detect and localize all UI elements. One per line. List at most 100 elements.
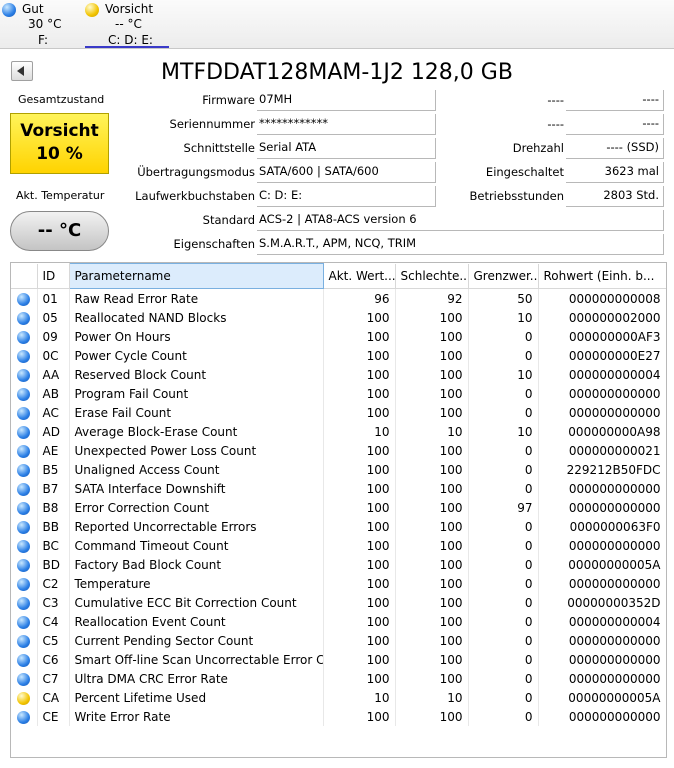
threshold-value: 0 xyxy=(468,631,539,650)
temperature-badge[interactable]: -- °C xyxy=(10,211,109,251)
table-row[interactable]: C6 Smart Off-line Scan Uncorrectable Erro… xyxy=(11,650,666,669)
interface-label: Schnittstelle xyxy=(183,141,255,155)
column-header-raw[interactable]: Rohwert (Einh. b... xyxy=(538,263,666,289)
drive-status: Vorsicht xyxy=(105,2,154,16)
threshold-value: 0 xyxy=(468,593,539,612)
drive-letters: C: D: E: xyxy=(108,33,153,47)
drive-tab-cde[interactable]: Vorsicht -- °C C: D: E: xyxy=(85,0,170,48)
current-value: 100 xyxy=(323,327,396,346)
good-status-icon xyxy=(17,406,31,420)
threshold-value: 0 xyxy=(468,555,539,574)
standard-label: Standard xyxy=(202,213,255,227)
raw-value: 000000000000 xyxy=(538,669,666,688)
column-header-id[interactable]: ID xyxy=(37,263,70,289)
attribute-id: AB xyxy=(37,384,70,403)
status-cell xyxy=(11,555,38,574)
table-row[interactable]: BC Command Timeout Count 100 100 0 0000000000… xyxy=(11,536,666,555)
table-row[interactable]: CE Write Error Rate 100 100 0 000000000000 xyxy=(11,707,666,726)
good-status-icon xyxy=(17,292,31,306)
table-row[interactable]: AC Erase Fail Count 100 100 0 000000000000 xyxy=(11,403,666,422)
transfer-mode-label: Übertragungsmodus xyxy=(137,165,255,179)
threshold-value: 0 xyxy=(468,574,539,593)
attribute-id: B5 xyxy=(37,460,70,479)
table-row[interactable]: BB Reported Uncorrectable Errors 100 100 0 00… xyxy=(11,517,666,536)
attribute-name: Average Block-Erase Count xyxy=(69,422,324,441)
worst-value: 100 xyxy=(395,631,469,650)
worst-value: 100 xyxy=(395,384,469,403)
attribute-id: 0C xyxy=(37,346,70,365)
table-row[interactable]: C3 Cumulative ECC Bit Correction Count 100… xyxy=(11,593,666,612)
attribute-id: C5 xyxy=(37,631,70,650)
current-value: 100 xyxy=(323,346,396,365)
threshold-value: 0 xyxy=(468,669,539,688)
good-status-icon xyxy=(17,444,31,458)
status-cell xyxy=(11,631,38,650)
column-header-name[interactable]: Parametername xyxy=(68,263,324,289)
health-status-badge[interactable]: Vorsicht 10 % xyxy=(10,113,109,174)
status-cell xyxy=(11,460,38,479)
status-cell xyxy=(11,308,38,327)
power-on-count-label: Eingeschaltet xyxy=(485,165,564,179)
current-value: 100 xyxy=(323,669,396,688)
current-value: 100 xyxy=(323,441,396,460)
good-status-icon xyxy=(17,368,31,382)
table-row[interactable]: 05 Reallocated NAND Blocks 100 100 10 0000000… xyxy=(11,308,666,327)
current-value: 100 xyxy=(323,574,396,593)
table-row[interactable]: AA Reserved Block Count 100 100 10 0000000000… xyxy=(11,365,666,384)
threshold-value: 0 xyxy=(468,403,539,422)
worst-value: 100 xyxy=(395,650,469,669)
threshold-value: 97 xyxy=(468,498,539,517)
selected-indicator xyxy=(85,46,169,48)
threshold-value: 0 xyxy=(468,650,539,669)
attribute-name: Raw Read Error Rate xyxy=(69,288,324,308)
table-row[interactable]: BD Factory Bad Block Count 100 100 0 00000000… xyxy=(11,555,666,574)
good-status-icon xyxy=(17,558,31,572)
status-cell xyxy=(11,593,38,612)
worst-value: 100 xyxy=(395,403,469,422)
table-row[interactable]: 09 Power On Hours 100 100 0 000000000AF3 xyxy=(11,327,666,346)
table-row[interactable]: C5 Current Pending Sector Count 100 100 0 000… xyxy=(11,631,666,650)
worst-value: 100 xyxy=(395,593,469,612)
table-row[interactable]: CA Percent Lifetime Used 10 10 0 00000000005A xyxy=(11,688,666,707)
worst-value: 100 xyxy=(395,498,469,517)
current-value: 96 xyxy=(323,288,396,308)
good-status-icon xyxy=(17,425,31,439)
attribute-name: Current Pending Sector Count xyxy=(69,631,324,650)
threshold-value: 0 xyxy=(468,384,539,403)
table-row[interactable]: B8 Error Correction Count 100 100 97 00000000… xyxy=(11,498,666,517)
table-row[interactable]: B7 SATA Interface Downshift 100 100 0 0000000… xyxy=(11,479,666,498)
unknown-value-2: ---- xyxy=(566,114,664,135)
column-header-worst[interactable]: Schlechte... xyxy=(395,263,469,289)
threshold-value: 10 xyxy=(468,365,539,384)
column-header-status[interactable] xyxy=(11,263,38,289)
table-row[interactable]: C4 Reallocation Event Count 100 100 0 0000000… xyxy=(11,612,666,631)
status-cell xyxy=(11,384,38,403)
table-row[interactable]: C2 Temperature 100 100 0 000000000000 xyxy=(11,574,666,593)
good-status-icon xyxy=(17,501,31,515)
drive-tab-f[interactable]: Gut 30 °C F: xyxy=(2,0,82,48)
table-row[interactable]: C7 Ultra DMA CRC Error Rate 100 100 0 0000000… xyxy=(11,669,666,688)
column-header-current[interactable]: Akt. Wert... xyxy=(323,263,396,289)
worst-value: 100 xyxy=(395,612,469,631)
current-value: 100 xyxy=(323,403,396,422)
table-row[interactable]: AD Average Block-Erase Count 10 10 10 0000000… xyxy=(11,422,666,441)
current-value: 100 xyxy=(323,536,396,555)
worst-value: 100 xyxy=(395,574,469,593)
table-row[interactable]: AE Unexpected Power Loss Count 100 100 0 0000… xyxy=(11,441,666,460)
smart-attributes-table[interactable]: ID Parametername Akt. Wert... Schlechte.… xyxy=(10,262,667,758)
status-cell xyxy=(11,498,38,517)
attribute-id: CE xyxy=(37,707,70,726)
current-value: 100 xyxy=(323,555,396,574)
table-row[interactable]: 0C Power Cycle Count 100 100 0 000000000E27 xyxy=(11,346,666,365)
good-status-icon xyxy=(17,482,31,496)
table-row[interactable]: B5 Unaligned Access Count 100 100 0 229212B50… xyxy=(11,460,666,479)
table-row[interactable]: AB Program Fail Count 100 100 0 000000000000 xyxy=(11,384,666,403)
good-status-icon xyxy=(17,463,31,477)
table-row[interactable]: 01 Raw Read Error Rate 96 92 50 000000000008 xyxy=(11,288,666,308)
temperature-label: Akt. Temperatur xyxy=(16,189,105,202)
column-header-threshold[interactable]: Grenzwer... xyxy=(468,263,539,289)
worst-value: 10 xyxy=(395,688,469,707)
worst-value: 100 xyxy=(395,327,469,346)
attribute-id: 01 xyxy=(37,288,70,308)
attribute-id: C7 xyxy=(37,669,70,688)
